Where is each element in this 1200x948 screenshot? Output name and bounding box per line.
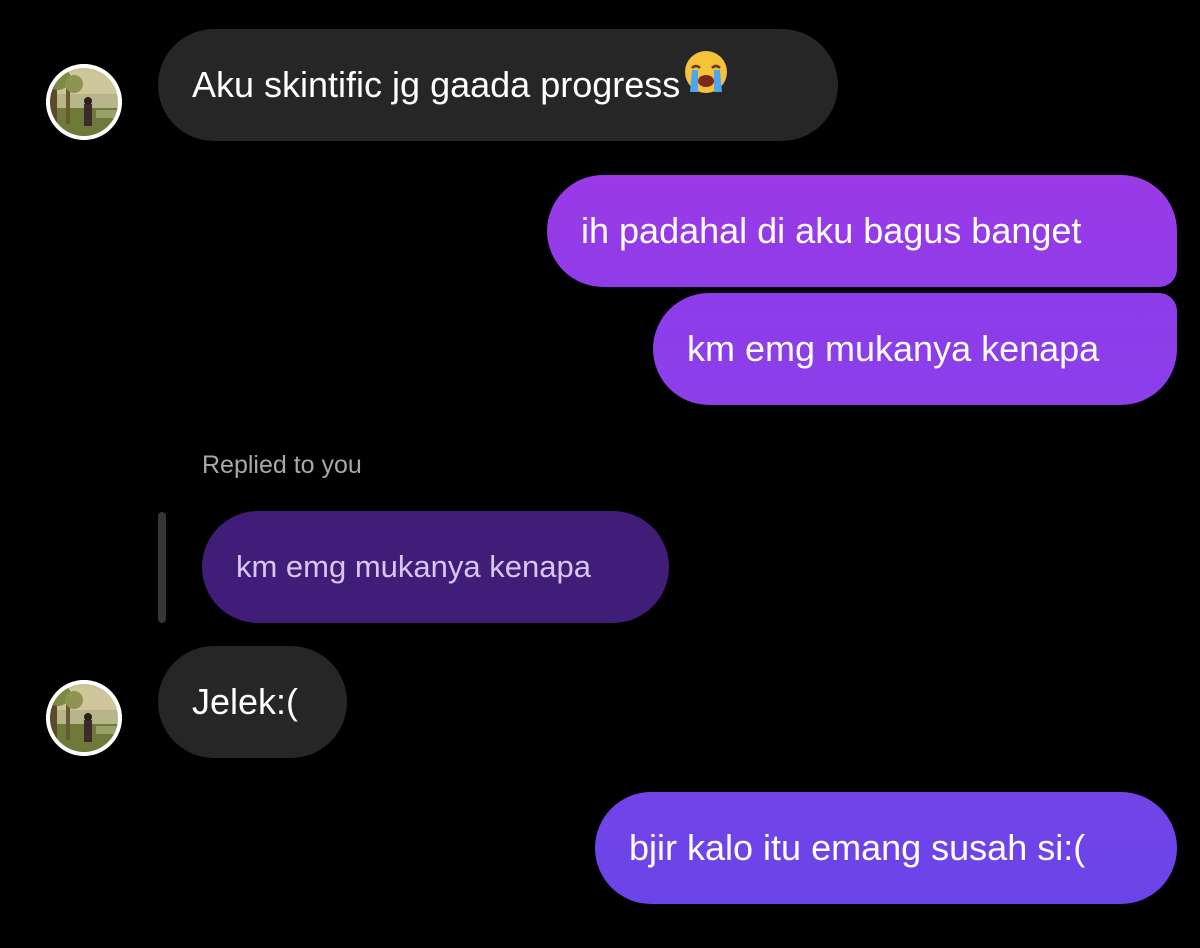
outgoing-message[interactable]: ih padahal di aku bagus banget (547, 175, 1177, 287)
outgoing-message[interactable]: km emg mukanya kenapa (653, 293, 1177, 405)
message-text: ih padahal di aku bagus banget (581, 210, 1082, 251)
contact-avatar[interactable] (46, 680, 122, 756)
message-text: Aku skintific jg gaada progress (192, 64, 681, 105)
outgoing-message[interactable]: bjir kalo itu emang susah si:( (595, 792, 1177, 904)
incoming-message[interactable]: Jelek:( (158, 646, 347, 758)
message-text: Jelek:( (192, 681, 299, 722)
reply-label: Replied to you (202, 451, 362, 479)
contact-avatar[interactable] (46, 64, 122, 140)
quoted-message-text: km emg mukanya kenapa (236, 549, 591, 584)
chat-thread: Aku skintific jg gaada progress ih padah… (0, 0, 1200, 948)
incoming-message[interactable]: Aku skintific jg gaada progress (158, 29, 838, 141)
message-text: bjir kalo itu emang susah si:( (629, 827, 1086, 868)
loudly-crying-face-icon (682, 28, 730, 140)
message-text: km emg mukanya kenapa (687, 328, 1100, 369)
quoted-message[interactable]: km emg mukanya kenapa (202, 511, 669, 623)
reply-indicator-bar (158, 512, 166, 623)
